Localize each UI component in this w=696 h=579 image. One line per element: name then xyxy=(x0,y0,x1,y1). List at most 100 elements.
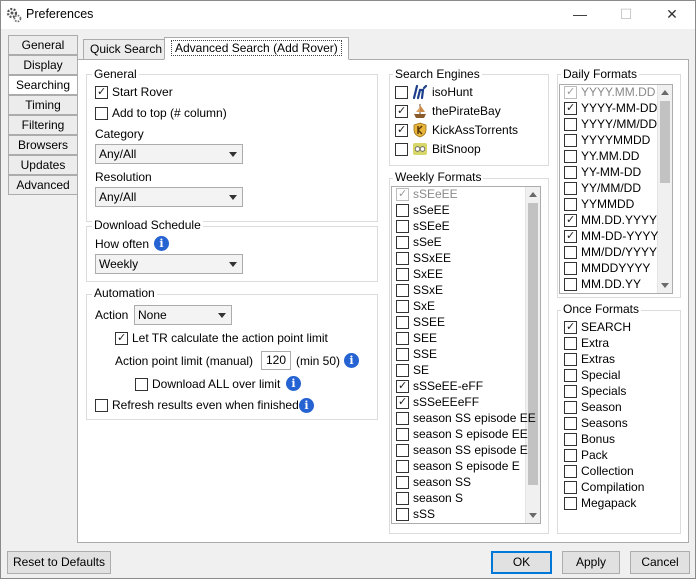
info-icon[interactable]: i xyxy=(344,353,359,368)
weekly-format-item[interactable]: sSSeEEeFF xyxy=(396,395,536,411)
daily-format-item[interactable]: YYYY.MM.DD xyxy=(564,85,672,101)
how-often-select[interactable]: Weekly xyxy=(95,254,243,274)
weekly-format-item[interactable]: SEE xyxy=(396,331,536,347)
daily-format-checkbox[interactable] xyxy=(564,101,577,115)
weekly-format-item[interactable]: sSSeEE-eFF xyxy=(396,379,536,395)
once-format-checkbox[interactable] xyxy=(564,465,577,478)
once-format-item[interactable]: Seasons xyxy=(564,416,674,432)
daily-format-item[interactable]: MM.DD.YY xyxy=(564,277,672,293)
once-format-checkbox[interactable] xyxy=(564,449,577,462)
weekly-format-item[interactable]: season SS xyxy=(396,475,536,491)
once-format-checkbox[interactable] xyxy=(564,353,577,366)
cancel-button[interactable]: Cancel xyxy=(630,551,690,574)
once-format-item[interactable]: SEARCH xyxy=(564,320,674,336)
resolution-select[interactable]: Any/All xyxy=(95,187,243,207)
once-format-checkbox[interactable] xyxy=(564,369,577,382)
daily-format-item[interactable]: YYYY/MM/DD xyxy=(564,117,672,133)
once-format-item[interactable]: Megapack xyxy=(564,496,674,512)
daily-format-checkbox[interactable] xyxy=(564,182,577,195)
once-format-checkbox[interactable] xyxy=(564,417,577,430)
once-format-item[interactable]: Collection xyxy=(564,464,674,480)
apply-button[interactable]: Apply xyxy=(562,551,620,574)
once-format-checkbox[interactable] xyxy=(564,337,577,350)
daily-format-item[interactable]: MMDDYYYY xyxy=(564,261,672,277)
maximize-button[interactable]: ☐ xyxy=(603,1,649,29)
isohunt-checkbox[interactable] xyxy=(395,86,408,99)
weekly-format-item[interactable]: sSeE xyxy=(396,235,536,251)
weekly-format-checkbox[interactable] xyxy=(396,268,409,281)
refresh-checkbox[interactable] xyxy=(95,399,108,412)
info-icon[interactable]: i xyxy=(286,376,301,391)
weekly-format-item[interactable]: sSEeE xyxy=(396,219,536,235)
once-format-item[interactable]: Special xyxy=(564,368,674,384)
weekly-format-item[interactable]: season SS episode E xyxy=(396,443,536,459)
ok-button[interactable]: OK xyxy=(491,551,552,574)
once-format-checkbox[interactable] xyxy=(564,497,577,510)
weekly-format-checkbox[interactable] xyxy=(396,460,409,473)
daily-format-item[interactable]: MM/DD/YYYY xyxy=(564,245,672,261)
weekly-format-checkbox[interactable] xyxy=(396,348,409,361)
weekly-format-checkbox[interactable] xyxy=(396,236,409,249)
weekly-format-checkbox[interactable] xyxy=(396,187,409,201)
tab-quick-search[interactable]: Quick Search xyxy=(83,39,170,60)
once-format-checkbox[interactable] xyxy=(564,481,577,494)
start-rover-checkbox[interactable] xyxy=(95,85,108,99)
tab-browsers[interactable]: Browsers xyxy=(8,135,78,155)
weekly-format-item[interactable]: season S episode E xyxy=(396,459,536,475)
weekly-format-item[interactable]: season SS episode EE xyxy=(396,411,536,427)
weekly-format-checkbox[interactable] xyxy=(396,252,409,265)
daily-format-item[interactable]: MM.DD.YYYY xyxy=(564,213,672,229)
weekly-format-checkbox[interactable] xyxy=(396,204,409,217)
once-format-item[interactable]: Extras xyxy=(564,352,674,368)
weekly-format-checkbox[interactable] xyxy=(396,476,409,489)
daily-format-item[interactable]: YYYYMMDD xyxy=(564,133,672,149)
weekly-format-checkbox[interactable] xyxy=(396,332,409,345)
daily-format-item[interactable]: YY/MM/DD xyxy=(564,181,672,197)
daily-format-item[interactable]: MM-DD-YYYY xyxy=(564,229,672,245)
info-icon[interactable]: i xyxy=(154,236,169,251)
bitsnoop-checkbox[interactable] xyxy=(395,143,408,156)
daily-format-checkbox[interactable] xyxy=(564,229,577,243)
once-format-item[interactable]: Specials xyxy=(564,384,674,400)
apl-input[interactable]: 120 xyxy=(261,351,291,370)
weekly-format-checkbox[interactable] xyxy=(396,428,409,441)
daily-format-checkbox[interactable] xyxy=(564,246,577,259)
weekly-format-checkbox[interactable] xyxy=(396,220,409,233)
kickasstorrents-checkbox[interactable] xyxy=(395,123,408,137)
tab-advanced[interactable]: Advanced xyxy=(8,175,78,195)
daily-format-checkbox[interactable] xyxy=(564,166,577,179)
daily-format-item[interactable]: YYYY-MM-DD xyxy=(564,101,672,117)
tab-display[interactable]: Display xyxy=(8,55,78,75)
once-format-checkbox[interactable] xyxy=(564,320,577,334)
tab-searching[interactable]: Searching xyxy=(8,75,78,95)
daily-format-checkbox[interactable] xyxy=(564,134,577,147)
weekly-formats-list[interactable]: sSEeEE sSeEE sSEeE sSeE SSxEE SxEE SSxE SxE SSEE… xyxy=(391,186,541,524)
action-select[interactable]: None xyxy=(134,305,232,325)
daily-format-checkbox[interactable] xyxy=(564,198,577,211)
once-format-item[interactable]: Compilation xyxy=(564,480,674,496)
close-button[interactable]: ✕ xyxy=(649,1,695,29)
daily-format-checkbox[interactable] xyxy=(564,85,577,99)
daily-format-checkbox[interactable] xyxy=(564,213,577,227)
weekly-format-checkbox[interactable] xyxy=(396,395,409,409)
add-to-top-checkbox[interactable] xyxy=(95,107,108,120)
info-icon[interactable]: i xyxy=(299,398,314,413)
weekly-format-checkbox[interactable] xyxy=(396,300,409,313)
weekly-format-item[interactable]: SxE xyxy=(396,299,536,315)
weekly-format-checkbox[interactable] xyxy=(396,364,409,377)
once-format-item[interactable]: Bonus xyxy=(564,432,674,448)
weekly-format-item[interactable]: sSeEE xyxy=(396,203,536,219)
once-format-checkbox[interactable] xyxy=(564,401,577,414)
weekly-format-item[interactable]: SSEE xyxy=(396,315,536,331)
weekly-format-item[interactable]: sSS xyxy=(396,507,536,523)
minimize-button[interactable]: — xyxy=(557,1,603,29)
daily-format-checkbox[interactable] xyxy=(564,262,577,275)
tab-updates[interactable]: Updates xyxy=(8,155,78,175)
once-format-item[interactable]: Pack xyxy=(564,448,674,464)
weekly-format-item[interactable]: SSE xyxy=(396,347,536,363)
once-format-checkbox[interactable] xyxy=(564,433,577,446)
download-all-checkbox[interactable] xyxy=(135,378,148,391)
daily-format-checkbox[interactable] xyxy=(564,118,577,131)
weekly-format-checkbox[interactable] xyxy=(396,284,409,297)
weekly-format-item[interactable]: season S episode EE xyxy=(396,427,536,443)
